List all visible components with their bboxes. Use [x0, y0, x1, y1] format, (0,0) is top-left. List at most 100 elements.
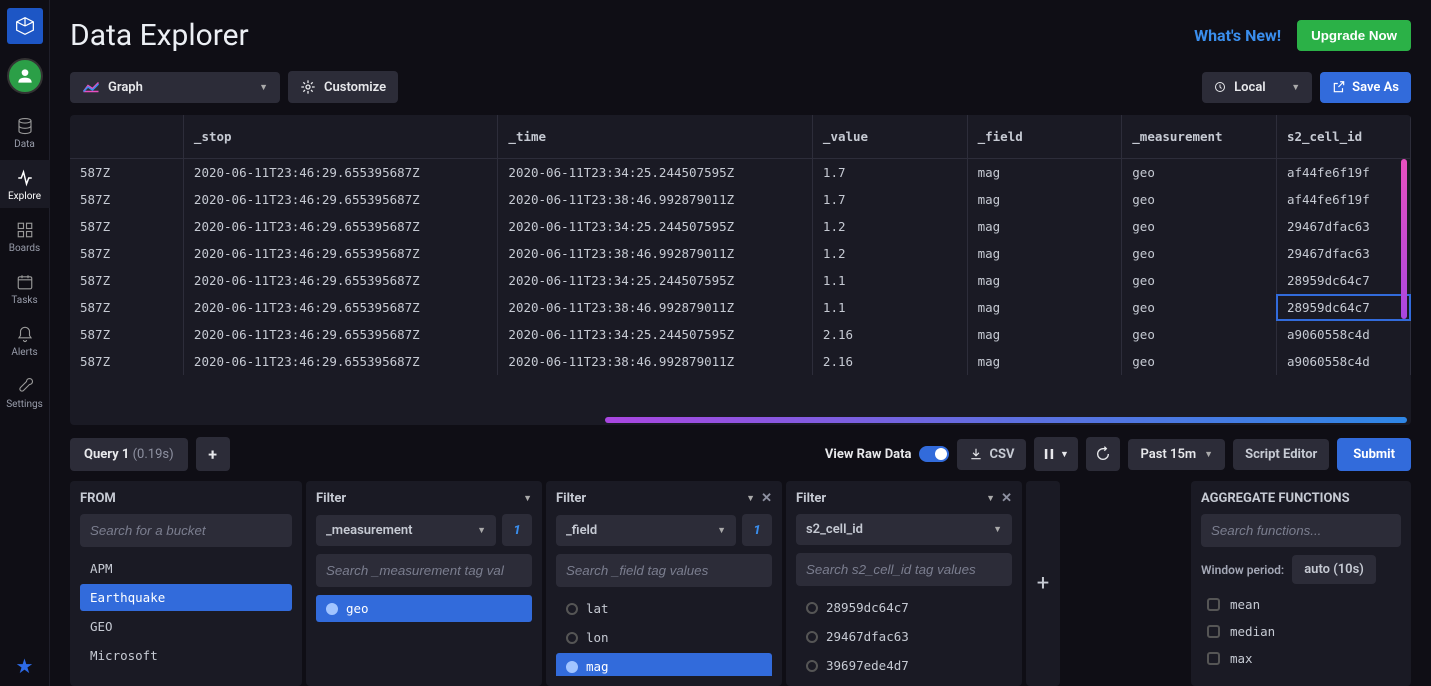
save-as-button[interactable]: Save As: [1320, 72, 1411, 103]
table-cell[interactable]: mag: [967, 186, 1122, 213]
column-header[interactable]: _field: [967, 115, 1122, 159]
table-cell[interactable]: 2020-06-11T23:46:29.655395687Z: [183, 321, 498, 348]
tag-value-item[interactable]: 29467dfac63: [796, 623, 1012, 650]
upgrade-button[interactable]: Upgrade Now: [1297, 20, 1411, 51]
chevron-down-icon[interactable]: ▼: [986, 493, 995, 504]
table-cell[interactable]: 1.7: [812, 186, 967, 213]
column-header[interactable]: _measurement: [1122, 115, 1277, 159]
aggregate-function-item[interactable]: mean: [1201, 592, 1401, 617]
table-cell[interactable]: 2020-06-11T23:46:29.655395687Z: [183, 213, 498, 240]
table-cell[interactable]: mag: [967, 267, 1122, 294]
table-cell[interactable]: 2020-06-11T23:46:29.655395687Z: [183, 186, 498, 213]
table-cell[interactable]: af44fe6f19f: [1276, 186, 1410, 213]
nav-settings[interactable]: Settings: [0, 368, 50, 416]
table-cell[interactable]: 1.2: [812, 240, 967, 267]
tag-search-input[interactable]: [796, 553, 1012, 586]
script-editor-button[interactable]: Script Editor: [1233, 439, 1329, 470]
table-cell[interactable]: 587Z: [70, 267, 183, 294]
pause-button[interactable]: ▼: [1034, 437, 1078, 471]
table-cell[interactable]: geo: [1122, 159, 1277, 187]
column-header[interactable]: [70, 115, 183, 159]
table-cell[interactable]: 2020-06-11T23:46:29.655395687Z: [183, 267, 498, 294]
customize-button[interactable]: Customize: [288, 71, 398, 103]
view-raw-toggle[interactable]: View Raw Data: [825, 446, 950, 462]
aggregate-function-item[interactable]: median: [1201, 619, 1401, 644]
tag-search-input[interactable]: [556, 554, 772, 587]
logo[interactable]: [7, 8, 43, 44]
table-cell[interactable]: 2020-06-11T23:38:46.992879011Z: [498, 294, 813, 321]
nav-tasks[interactable]: Tasks: [0, 264, 50, 312]
table-cell[interactable]: 587Z: [70, 213, 183, 240]
toggle-switch[interactable]: [919, 446, 949, 462]
filter-key-dropdown[interactable]: s2_cell_id▼: [796, 514, 1012, 545]
table-cell[interactable]: 587Z: [70, 294, 183, 321]
table-cell[interactable]: mag: [967, 159, 1122, 187]
query-tab[interactable]: Query 1 (0.19s): [70, 438, 188, 471]
column-header[interactable]: _stop: [183, 115, 498, 159]
table-cell[interactable]: 2020-06-11T23:34:25.244507595Z: [498, 159, 813, 187]
table-cell[interactable]: 2.16: [812, 321, 967, 348]
nav-explore[interactable]: Explore: [0, 160, 50, 208]
table-cell[interactable]: 2020-06-11T23:38:46.992879011Z: [498, 348, 813, 375]
bucket-item[interactable]: GEO: [80, 613, 292, 640]
column-header[interactable]: _time: [498, 115, 813, 159]
table-cell[interactable]: mag: [967, 240, 1122, 267]
table-cell[interactable]: geo: [1122, 348, 1277, 375]
table-cell[interactable]: 2020-06-11T23:46:29.655395687Z: [183, 294, 498, 321]
table-cell[interactable]: 587Z: [70, 159, 183, 187]
table-cell[interactable]: 28959dc64c7: [1276, 294, 1410, 321]
table-cell[interactable]: 2020-06-11T23:34:25.244507595Z: [498, 267, 813, 294]
table-cell[interactable]: 2020-06-11T23:46:29.655395687Z: [183, 348, 498, 375]
table-cell[interactable]: 1.7: [812, 159, 967, 187]
table-cell[interactable]: 2020-06-11T23:46:29.655395687Z: [183, 240, 498, 267]
refresh-button[interactable]: [1086, 437, 1120, 471]
tag-value-item[interactable]: lat: [556, 595, 772, 622]
table-cell[interactable]: a9060558c4d: [1276, 348, 1410, 375]
add-filter-button[interactable]: +: [1026, 481, 1060, 686]
table-cell[interactable]: geo: [1122, 294, 1277, 321]
table-cell[interactable]: 587Z: [70, 186, 183, 213]
nav-alerts[interactable]: Alerts: [0, 316, 50, 364]
table-cell[interactable]: 28959dc64c7: [1276, 267, 1410, 294]
table-cell[interactable]: mag: [967, 348, 1122, 375]
table-cell[interactable]: 587Z: [70, 240, 183, 267]
table-cell[interactable]: 2020-06-11T23:34:25.244507595Z: [498, 213, 813, 240]
nav-data[interactable]: Data: [0, 108, 50, 156]
table-cell[interactable]: mag: [967, 213, 1122, 240]
table-cell[interactable]: 1.1: [812, 267, 967, 294]
viz-type-dropdown[interactable]: Graph ▼: [70, 72, 280, 103]
table-cell[interactable]: geo: [1122, 240, 1277, 267]
tag-value-item[interactable]: 39697ede4d7: [796, 652, 1012, 676]
function-search-input[interactable]: [1201, 514, 1401, 547]
column-header[interactable]: _value: [812, 115, 967, 159]
table-cell[interactable]: geo: [1122, 321, 1277, 348]
table-cell[interactable]: geo: [1122, 267, 1277, 294]
table-cell[interactable]: af44fe6f19f: [1276, 159, 1410, 187]
table-cell[interactable]: a9060558c4d: [1276, 321, 1410, 348]
timezone-dropdown[interactable]: Local ▼: [1202, 72, 1312, 103]
window-period-value[interactable]: auto (10s): [1292, 555, 1376, 584]
bucket-item[interactable]: APM: [80, 555, 292, 582]
table-cell[interactable]: 2.16: [812, 348, 967, 375]
nav-boards[interactable]: Boards: [0, 212, 50, 260]
horizontal-scrollbar[interactable]: [605, 417, 1407, 423]
csv-button[interactable]: CSV: [957, 439, 1026, 470]
table-cell[interactable]: 1.2: [812, 213, 967, 240]
table-cell[interactable]: 2020-06-11T23:38:46.992879011Z: [498, 186, 813, 213]
table-cell[interactable]: geo: [1122, 213, 1277, 240]
close-icon[interactable]: ✕: [1001, 491, 1012, 506]
vertical-scrollbar[interactable]: [1401, 159, 1407, 319]
table-cell[interactable]: geo: [1122, 186, 1277, 213]
whats-new-link[interactable]: What's New!: [1194, 26, 1281, 45]
chevron-down-icon[interactable]: ▼: [523, 493, 532, 504]
aggregate-function-item[interactable]: max: [1201, 646, 1401, 671]
tag-value-item[interactable]: geo: [316, 595, 532, 622]
tag-value-item[interactable]: 28959dc64c7: [796, 594, 1012, 621]
table-cell[interactable]: 2020-06-11T23:38:46.992879011Z: [498, 240, 813, 267]
filter-key-dropdown[interactable]: _measurement▼: [316, 515, 496, 546]
table-cell[interactable]: 2020-06-11T23:34:25.244507595Z: [498, 321, 813, 348]
chevron-down-icon[interactable]: ▼: [746, 493, 755, 504]
table-cell[interactable]: 29467dfac63: [1276, 213, 1410, 240]
time-range-dropdown[interactable]: Past 15m ▼: [1128, 439, 1225, 470]
filter-key-dropdown[interactable]: _field▼: [556, 515, 736, 546]
